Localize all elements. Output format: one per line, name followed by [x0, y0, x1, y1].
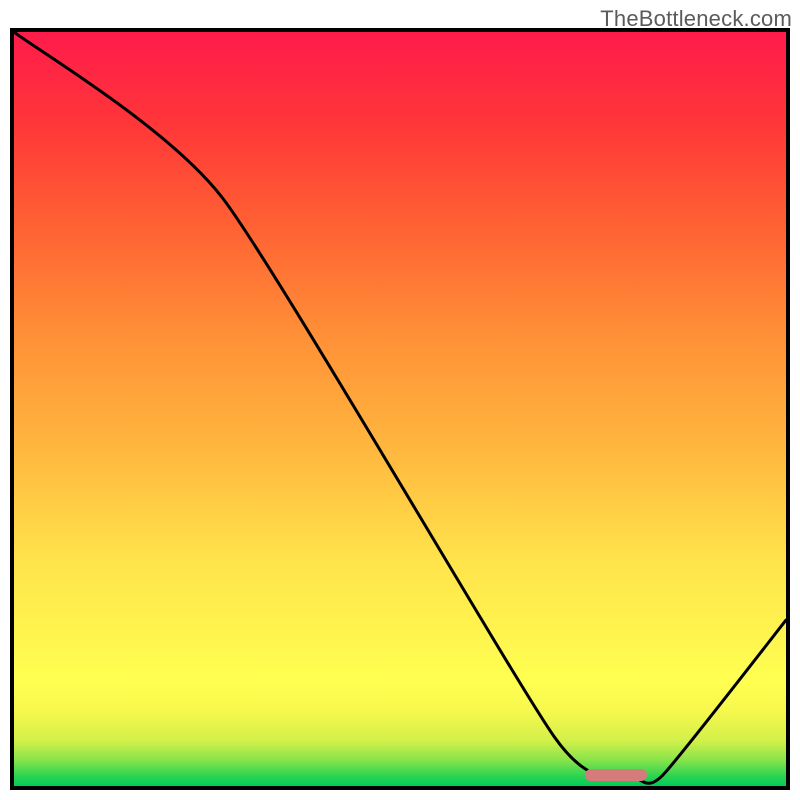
bottleneck-curve [14, 32, 786, 786]
watermark-text: TheBottleneck.com [600, 6, 792, 32]
plot-frame [10, 28, 790, 790]
optimal-marker [585, 769, 647, 781]
chart-container: TheBottleneck.com [0, 0, 800, 800]
